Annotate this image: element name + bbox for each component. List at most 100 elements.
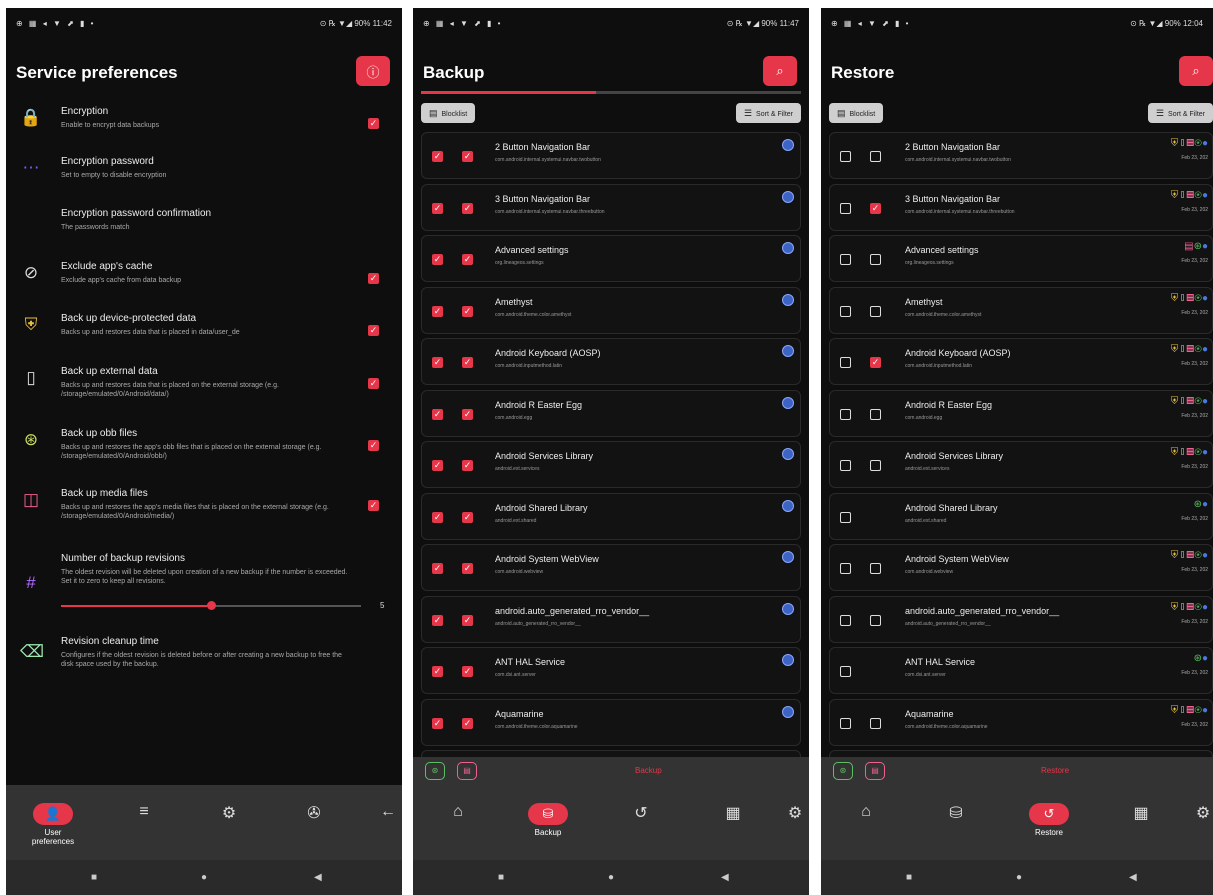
- nav-item-restore[interactable]: ↺ Restore: [1019, 803, 1079, 837]
- data-checkbox[interactable]: ✓: [462, 408, 473, 420]
- data-checkbox[interactable]: ✓: [462, 511, 473, 523]
- apk-checkbox[interactable]: [840, 460, 851, 471]
- pref-checkbox[interactable]: ✓: [368, 118, 379, 129]
- data-checkbox[interactable]: [870, 614, 881, 626]
- data-checkbox[interactable]: [870, 408, 881, 420]
- app-row[interactable]: Amethyst com.android.theme.color.amethyst…: [829, 286, 1213, 334]
- data-checkbox[interactable]: ✓: [870, 357, 881, 368]
- data-checkbox[interactable]: ✓: [462, 254, 473, 265]
- data-checkbox[interactable]: [870, 563, 881, 574]
- search-button[interactable]: ⌕: [1179, 56, 1213, 86]
- apk-checkbox[interactable]: [840, 151, 851, 162]
- apk-checkbox[interactable]: ✓: [432, 666, 443, 677]
- apk-checkbox[interactable]: [840, 563, 851, 574]
- data-checkbox[interactable]: [870, 460, 881, 471]
- apk-checkbox[interactable]: ✓: [432, 511, 443, 523]
- sort-filter-button[interactable]: ☰ Sort & Filter: [735, 103, 801, 123]
- home-system-button[interactable]: ●: [201, 872, 207, 883]
- data-checkbox[interactable]: ✓: [462, 460, 473, 471]
- data-checkbox[interactable]: ✓: [462, 563, 473, 574]
- data-checkbox[interactable]: ✓: [462, 357, 473, 368]
- back-system-button[interactable]: ◀: [314, 872, 322, 883]
- nav-item-schedule[interactable]: ▦: [703, 803, 763, 823]
- app-row[interactable]: Advanced settings org.lineageos.settings ▤…: [829, 235, 1213, 282]
- data-checkbox[interactable]: ✓: [462, 151, 473, 162]
- nav-item-sliders[interactable]: ≡: [114, 803, 174, 821]
- apk-checkbox[interactable]: [840, 511, 851, 523]
- nav-item-home[interactable]: ⌂: [836, 803, 896, 821]
- data-checkbox[interactable]: ✓: [462, 717, 473, 729]
- pref-checkbox[interactable]: ✓: [368, 273, 379, 284]
- apk-checkbox[interactable]: ✓: [432, 614, 443, 626]
- back-system-button[interactable]: ◀: [721, 872, 729, 883]
- app-row[interactable]: ✓ Android Keyboard (AOSP) com.android.inpu…: [829, 338, 1213, 385]
- nav-item-home[interactable]: ⌂: [428, 803, 488, 821]
- apk-checkbox[interactable]: ✓: [432, 151, 443, 162]
- apk-checkbox[interactable]: [840, 305, 851, 317]
- data-checkbox[interactable]: [870, 151, 881, 162]
- app-row[interactable]: ✓ ✓ ANT HAL Service com.dsi.ant.server: [421, 647, 801, 694]
- app-row[interactable]: Android Services Library android.ext.serv…: [829, 441, 1213, 488]
- apk-checkbox[interactable]: ✓: [432, 408, 443, 420]
- app-row[interactable]: ✓ ✓ Advanced settings org.lineageos.setting…: [421, 235, 801, 282]
- blocklist-button[interactable]: ▤ Blocklist: [829, 103, 884, 123]
- apk-checkbox[interactable]: [840, 717, 851, 729]
- data-filter-chip[interactable]: ▤: [457, 762, 477, 780]
- apk-checkbox[interactable]: [840, 408, 851, 420]
- nav-item-backup[interactable]: ⛁ Backup: [518, 803, 578, 837]
- search-button[interactable]: ⌕: [763, 56, 797, 86]
- apk-filter-chip[interactable]: ⊛: [425, 762, 445, 780]
- pref-checkbox[interactable]: ✓: [368, 378, 379, 389]
- apk-checkbox[interactable]: [840, 666, 851, 677]
- sort-filter-button[interactable]: ☰ Sort & Filter: [1147, 103, 1213, 123]
- data-checkbox[interactable]: [870, 717, 881, 729]
- apk-checkbox[interactable]: ✓: [432, 717, 443, 729]
- pref-checkbox[interactable]: ✓: [368, 440, 379, 451]
- pref-checkbox[interactable]: ✓: [368, 500, 379, 511]
- app-row[interactable]: android.auto_generated_rro_vendor__ andro…: [829, 595, 1213, 643]
- app-row[interactable]: ✓ 3 Button Navigation Bar com.android.inte…: [829, 183, 1213, 231]
- apk-checkbox[interactable]: ✓: [432, 460, 443, 471]
- apk-checkbox[interactable]: ✓: [432, 254, 443, 265]
- app-row[interactable]: ✓ ✓ android.auto_generated_rro_vendor__ and…: [421, 595, 801, 643]
- app-row[interactable]: ✓ ✓ Android Shared Library android.ext.shar…: [421, 492, 801, 540]
- apk-checkbox[interactable]: ✓: [432, 357, 443, 368]
- nav-item-settings[interactable]: ⚙: [199, 803, 259, 823]
- nav-item-backup[interactable]: ⛁: [926, 803, 986, 823]
- app-row[interactable]: ✓ ✓ Android R Easter Egg com.android.egg: [421, 389, 801, 437]
- app-row[interactable]: ✓ ✓ Android System WebView com.android.webv…: [421, 544, 801, 591]
- app-row[interactable]: Android R Easter Egg com.android.egg ⛨▯▤⊛●…: [829, 389, 1213, 437]
- data-checkbox[interactable]: [870, 254, 881, 265]
- app-row[interactable]: ✓ ✓ Amethyst com.android.theme.color.amethy…: [421, 286, 801, 334]
- apk-checkbox[interactable]: [840, 614, 851, 626]
- apk-checkbox[interactable]: ✓: [432, 563, 443, 574]
- recents-button[interactable]: ■: [906, 872, 912, 883]
- data-checkbox[interactable]: ✓: [462, 614, 473, 626]
- app-row[interactable]: ✓ ✓ Aquamarine com.android.theme.color.aqua…: [421, 698, 801, 746]
- nav-item-tools[interactable]: ✇: [284, 803, 344, 823]
- nav-item-back-arrow[interactable]: ←: [358, 803, 402, 821]
- apk-filter-chip[interactable]: ⊛: [833, 762, 853, 780]
- data-checkbox[interactable]: [870, 305, 881, 317]
- app-row[interactable]: Android System WebView com.android.webvie…: [829, 544, 1213, 591]
- home-system-button[interactable]: ●: [1016, 872, 1022, 883]
- nav-item-settings[interactable]: ⚙: [1173, 803, 1213, 823]
- nav-item-user-preferences[interactable]: 👤 User preferences: [23, 803, 83, 846]
- blocklist-button[interactable]: ▤ Blocklist: [421, 103, 476, 123]
- app-row[interactable]: 2 Button Navigation Bar com.android.inter…: [829, 132, 1213, 179]
- recents-button[interactable]: ■: [91, 872, 97, 883]
- recents-button[interactable]: ■: [498, 872, 504, 883]
- home-system-button[interactable]: ●: [608, 872, 614, 883]
- data-checkbox[interactable]: ✓: [462, 202, 473, 214]
- app-row[interactable]: Aquamarine com.android.theme.color.aquama…: [829, 698, 1213, 746]
- app-row[interactable]: ✓ ✓ Android Services Library android.ext.se…: [421, 441, 801, 488]
- back-system-button[interactable]: ◀: [1129, 872, 1137, 883]
- apk-checkbox[interactable]: [840, 202, 851, 214]
- app-row[interactable]: Android Shared Library android.ext.shared…: [829, 492, 1213, 540]
- nav-item-schedule[interactable]: ▦: [1111, 803, 1171, 823]
- data-filter-chip[interactable]: ▤: [865, 762, 885, 780]
- data-checkbox[interactable]: ✓: [870, 202, 881, 214]
- app-row[interactable]: ✓ ✓ Android Keyboard (AOSP) com.android.inp…: [421, 338, 801, 385]
- apk-checkbox[interactable]: [840, 357, 851, 368]
- pref-checkbox[interactable]: ✓: [368, 325, 379, 336]
